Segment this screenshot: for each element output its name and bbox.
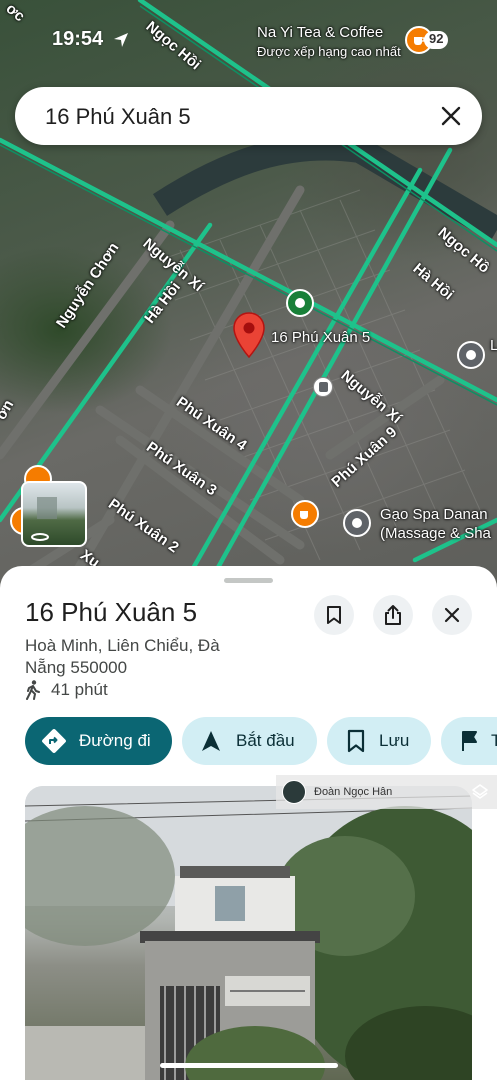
drag-handle[interactable] (224, 578, 273, 583)
place-address: Hoà Minh, Liên Chiểu, Đà Nẵng 550000 (25, 636, 220, 677)
location-pin-icon[interactable] (232, 311, 266, 359)
cafe-label[interactable]: Na Yi Tea & Coffee Được xếp hạng cao nhấ… (257, 23, 401, 61)
poi-gray-pin[interactable] (457, 341, 485, 369)
bookmark-icon (327, 606, 341, 624)
share-icon (385, 605, 401, 625)
walk-time-row: 41 phút (25, 680, 108, 700)
poi-dot-icon (352, 518, 362, 528)
spa-pin[interactable] (343, 509, 371, 537)
walk-time: 41 phút (51, 680, 108, 699)
flag-icon (459, 729, 481, 753)
start-button[interactable]: Bắt đầu (182, 717, 317, 765)
save-label: Lưu (379, 731, 410, 750)
street-view-icon (31, 497, 57, 541)
house-photo (25, 786, 472, 1080)
photo-credit-name: Đoàn Ngọc Hân (314, 786, 393, 798)
map-view[interactable]: Ngọc Hồi ơc Ngọc Hồ Hà Hồi Nguyễn Chơn N… (0, 0, 497, 600)
cafe-rating-badge: 92 (424, 31, 449, 49)
save-place-button[interactable] (314, 595, 354, 635)
more-button[interactable]: T (441, 717, 497, 765)
pin-label: 16 Phú Xuân 5 (271, 329, 371, 346)
navigation-arrow-icon (200, 729, 222, 753)
directions-button[interactable]: Đường đi (25, 717, 172, 765)
avatar (282, 780, 306, 804)
cafe-subtitle: Được xếp hạng cao nhất (257, 44, 401, 59)
bookmark-icon (345, 729, 367, 753)
poi-dot-icon (466, 350, 476, 360)
cafe-name: Na Yi Tea & Coffee (257, 24, 384, 41)
close-sheet-button[interactable] (432, 595, 472, 635)
search-bar[interactable]: 16 Phú Xuân 5 (15, 87, 482, 145)
close-icon[interactable] (440, 105, 462, 127)
spa-label[interactable]: Gạo Spa Danan (Massage & Sha (380, 505, 491, 543)
walking-icon (26, 680, 40, 700)
directions-label: Đường đi (79, 731, 151, 750)
start-label: Bắt đầu (236, 731, 295, 750)
layers-icon (472, 784, 488, 799)
coffee-icon (300, 511, 308, 519)
share-button[interactable] (373, 595, 413, 635)
spa-subtitle: (Massage & Sha (380, 525, 491, 542)
place-title: 16 Phú Xuân 5 (25, 597, 198, 627)
poi-dot-icon (295, 298, 305, 308)
directions-icon (41, 728, 67, 754)
action-chips: Đường đi Bắt đầu Lưu T (25, 717, 497, 765)
cafe-pin-2[interactable] (291, 500, 319, 528)
more-label: T (491, 731, 497, 750)
bus-stop-icon[interactable] (313, 377, 333, 397)
save-button[interactable]: Lưu (327, 717, 431, 765)
place-photo[interactable] (25, 786, 472, 1080)
search-input[interactable]: 16 Phú Xuân 5 (45, 104, 191, 130)
place-sheet[interactable]: 16 Phú Xuân 5 Hoà Minh, Liên Chiểu, Đà N… (0, 566, 497, 1080)
status-time: 19:54 (52, 28, 104, 50)
street-view-thumbnail[interactable] (21, 481, 87, 547)
location-arrow-icon (114, 33, 128, 47)
poi-label-edge: L (490, 337, 497, 354)
photo-credit[interactable]: Đoàn Ngọc Hân (276, 775, 497, 809)
poi-green-pin[interactable] (286, 289, 314, 317)
close-icon (444, 607, 460, 623)
spa-name: Gạo Spa Danan (380, 506, 488, 523)
home-indicator (160, 1063, 338, 1068)
